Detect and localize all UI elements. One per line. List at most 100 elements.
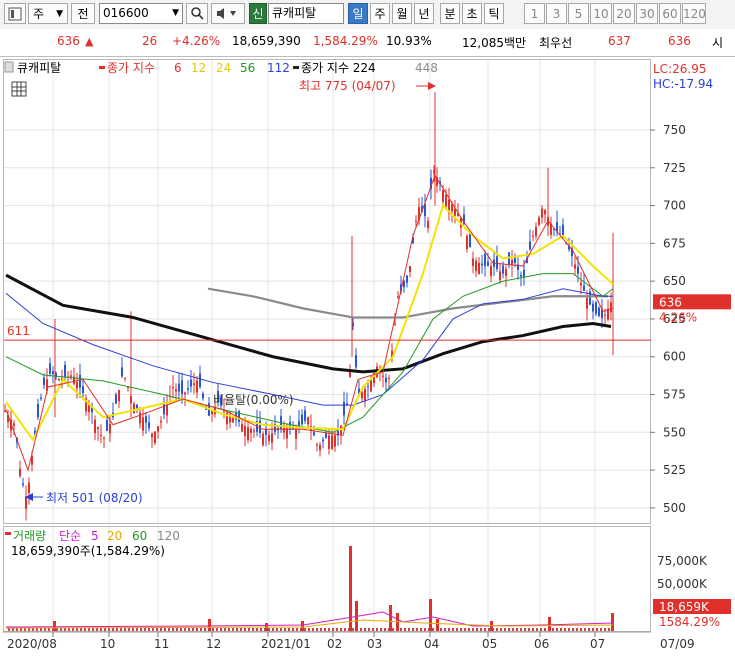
period-tab-3[interactable]: 년: [414, 3, 434, 24]
candle-body: [271, 433, 273, 443]
period-tab-2[interactable]: 월: [392, 3, 412, 24]
legend-ma112: 112: [267, 61, 290, 75]
volume-bar: [444, 628, 446, 631]
candle-body: [451, 204, 453, 211]
period-tab-4[interactable]: 분: [440, 3, 460, 24]
candle-body: [163, 403, 165, 415]
candle-body: [313, 432, 315, 436]
candle-body: [544, 210, 546, 215]
lc-label: LC:26.95: [653, 62, 706, 76]
candle-body: [406, 275, 408, 283]
y-tick-label: 550: [663, 425, 686, 439]
volume-bar: [472, 628, 474, 631]
candle-body: [466, 235, 468, 249]
candle-body: [262, 433, 264, 446]
volume-bar: [92, 628, 94, 631]
volume-bar: [429, 599, 432, 631]
volume-bar: [436, 619, 439, 631]
candle-body: [28, 482, 30, 494]
stock-chart[interactable]: 750 725 700 675 650 625 600 575 550 525 500 큐캐피탈 종…: [3, 57, 732, 653]
candle-body: [124, 377, 126, 379]
interval-button-120[interactable]: 120: [682, 3, 706, 24]
volume-bar: [164, 628, 166, 631]
interval-button-60[interactable]: 60: [659, 3, 681, 24]
x-tick-label: 12: [206, 637, 221, 651]
volume-bar: [520, 628, 522, 631]
interval-button-3[interactable]: 3: [546, 3, 567, 24]
volume-bar: [56, 628, 58, 631]
interval-button-20[interactable]: 20: [613, 3, 635, 24]
search-icon[interactable]: [186, 3, 208, 24]
candle-body: [268, 434, 270, 441]
volume-bar: [256, 628, 258, 631]
stock-code-input[interactable]: 016600 ▼: [99, 3, 183, 24]
candle-body: [490, 266, 492, 277]
candle-body: [196, 380, 198, 393]
volume-bar: [68, 628, 70, 631]
volume-bar: [552, 628, 554, 631]
interval-button-10[interactable]: 10: [590, 3, 612, 24]
candle-body: [190, 379, 192, 387]
volume-bar: [544, 628, 546, 631]
credit-badge: 신: [249, 3, 267, 24]
volume-bar: [332, 628, 334, 631]
period-tab-5[interactable]: 초: [462, 3, 482, 24]
volume-bar: [136, 628, 138, 631]
prev-button[interactable]: 전: [71, 3, 95, 24]
candle-body: [178, 383, 180, 392]
x-tick-label: 05: [482, 637, 497, 651]
volume-ma20: 20: [107, 529, 122, 543]
candle-body: [154, 431, 156, 444]
chart-svg[interactable]: 750725700675650625600575550525500 큐캐피탈 종…: [3, 57, 732, 653]
candle-body: [13, 423, 15, 426]
volume-bar: [344, 628, 346, 631]
volume-bar: [540, 628, 542, 631]
volume-bar: [248, 628, 250, 631]
volume-bar: [600, 628, 602, 631]
interval-button-1[interactable]: 1: [524, 3, 545, 24]
volume-bar: [80, 628, 82, 631]
volume-bar: [132, 628, 134, 631]
volume-bar: [224, 628, 226, 631]
period-tab-6[interactable]: 틱: [484, 3, 504, 24]
low-label: 최저 501 (08/20): [46, 491, 143, 505]
best-ask-label: 최우선: [539, 36, 573, 50]
volume-bar: [308, 628, 310, 631]
volume-bar: [516, 628, 518, 631]
hc-label: HC:-17.94: [653, 77, 713, 91]
candle-body: [343, 401, 345, 416]
toolbar: 주 ▼ 전 016600 ▼ 신 큐캐피탈 일 주 월 년 분 초 틱 1 3 5 10 20 30 60 12…: [0, 0, 735, 30]
period-tab-1[interactable]: 주: [370, 3, 390, 24]
stock-type-select[interactable]: 주 ▼: [28, 3, 68, 24]
candle-body: [334, 435, 336, 447]
interval-button-5[interactable]: 5: [568, 3, 589, 24]
volume-bar: [312, 628, 314, 631]
candle-body: [370, 380, 372, 392]
code-dropdown-icon[interactable]: ▼: [172, 4, 179, 23]
candle-body: [331, 435, 333, 449]
turnover-rate: 10.93%: [386, 34, 432, 48]
volume-tick-50000: 50,000K: [657, 577, 708, 591]
candle-body: [193, 383, 195, 385]
volume-bar: [604, 628, 606, 631]
volume-bar: [76, 628, 78, 631]
change-percent: +4.26%: [172, 34, 221, 48]
volume-bar: [364, 628, 366, 631]
sound-icon[interactable]: [211, 3, 245, 24]
volume-bar: [440, 628, 442, 631]
candle-body: [22, 483, 24, 486]
candle-body: [511, 260, 513, 266]
volume-bar: [292, 628, 294, 631]
candle-body: [592, 303, 594, 312]
volume-bar: [504, 628, 506, 631]
candle-body: [4, 410, 6, 412]
candle-body: [94, 419, 96, 434]
grid-table-icon[interactable]: [11, 81, 27, 97]
candle-body: [79, 374, 81, 388]
chart-menu-icon[interactable]: [4, 3, 26, 24]
interval-button-30[interactable]: 30: [636, 3, 658, 24]
candle-body: [415, 220, 417, 222]
volume-bar: [316, 628, 318, 631]
period-tab-0[interactable]: 일: [348, 3, 368, 24]
volume-bar: [112, 628, 114, 631]
